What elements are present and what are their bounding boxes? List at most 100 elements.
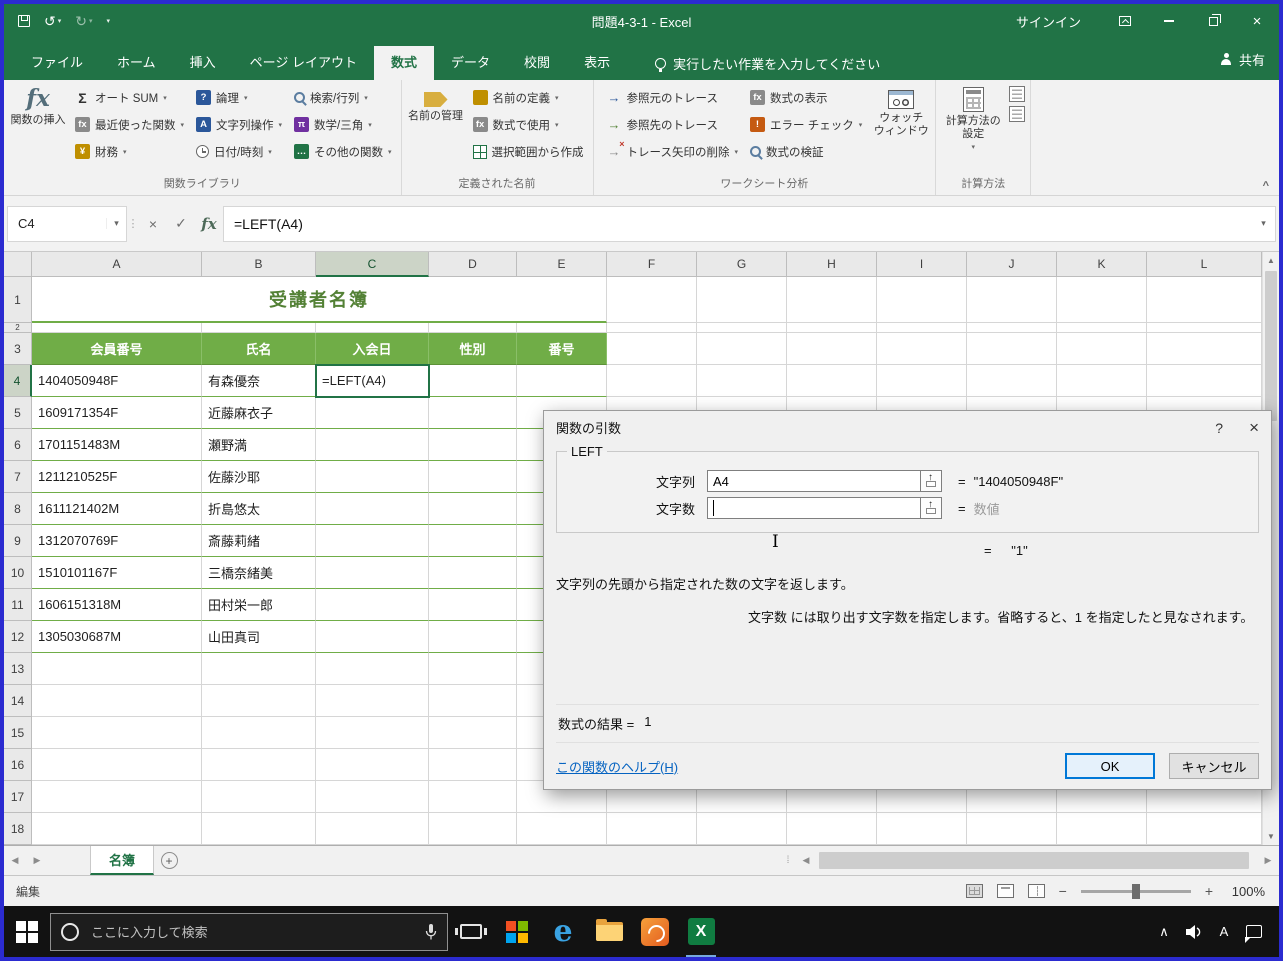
cell-B6[interactable]: 瀬野満 bbox=[202, 429, 316, 461]
zoom-level[interactable]: 100% bbox=[1227, 884, 1265, 899]
cell-A9[interactable]: 1312070769F bbox=[32, 525, 202, 557]
cell-A7[interactable]: 1211210525F bbox=[32, 461, 202, 493]
undo-button[interactable]: ↺▾ bbox=[44, 13, 61, 30]
share-button[interactable]: 共有 bbox=[1220, 38, 1265, 80]
cancel-entry-button[interactable]: × bbox=[139, 206, 167, 242]
lookup-button[interactable]: 検索/行列▾ bbox=[290, 84, 396, 111]
name-manager-button[interactable]: 名前の管理 bbox=[407, 84, 465, 123]
cell-C17[interactable] bbox=[316, 781, 429, 813]
enter-entry-button[interactable]: ✓ bbox=[167, 206, 195, 242]
insert-function-fx-button[interactable]: fx bbox=[195, 206, 223, 242]
text-functions-button[interactable]: A文字列操作▾ bbox=[192, 111, 286, 138]
cell-D16[interactable] bbox=[429, 749, 517, 781]
cell-G2[interactable] bbox=[697, 323, 787, 333]
cell-B10[interactable]: 三橋奈緒美 bbox=[202, 557, 316, 589]
cell-J2[interactable] bbox=[967, 323, 1057, 333]
hscroll-left-icon[interactable]: ◀ bbox=[795, 846, 817, 875]
cell-G3[interactable] bbox=[697, 333, 787, 365]
cell-D13[interactable] bbox=[429, 653, 517, 685]
logical-button[interactable]: ?論理▾ bbox=[192, 84, 286, 111]
cell-F4[interactable] bbox=[607, 365, 697, 397]
cell-C6[interactable] bbox=[316, 429, 429, 461]
cancel-button[interactable]: キャンセル bbox=[1169, 753, 1259, 779]
cell-F3[interactable] bbox=[607, 333, 697, 365]
cell-K18[interactable] bbox=[1057, 813, 1147, 845]
cell-B8[interactable]: 折島悠太 bbox=[202, 493, 316, 525]
dialog-title-bar[interactable]: 関数の引数 ? × bbox=[544, 411, 1271, 444]
cell-B12[interactable]: 山田真司 bbox=[202, 621, 316, 653]
column-header-K[interactable]: K bbox=[1057, 252, 1147, 277]
cell-I1[interactable] bbox=[877, 277, 967, 323]
tab-file[interactable]: ファイル bbox=[14, 46, 100, 80]
cell-C18[interactable] bbox=[316, 813, 429, 845]
cell-E4[interactable] bbox=[517, 365, 607, 397]
cell-K1[interactable] bbox=[1057, 277, 1147, 323]
sheet-tab-meibo[interactable]: 名簿 bbox=[90, 846, 154, 875]
cell-C13[interactable] bbox=[316, 653, 429, 685]
cell-B9[interactable]: 斎藤莉緒 bbox=[202, 525, 316, 557]
datetime-button[interactable]: 日付/時刻▾ bbox=[192, 138, 286, 165]
select-all-corner[interactable] bbox=[4, 252, 32, 277]
cell-C12[interactable] bbox=[316, 621, 429, 653]
excel-taskbar-button[interactable]: X bbox=[678, 906, 724, 957]
cell-I18[interactable] bbox=[877, 813, 967, 845]
microphone-icon[interactable] bbox=[425, 923, 437, 941]
calculate-now-button[interactable] bbox=[1009, 86, 1025, 102]
cell-L1[interactable] bbox=[1147, 277, 1262, 323]
formula-bar-splitter[interactable]: ⋮ bbox=[127, 217, 139, 230]
math-trig-button[interactable]: π数学/三角▾ bbox=[290, 111, 396, 138]
cell-B14[interactable] bbox=[202, 685, 316, 717]
cell-H3[interactable] bbox=[787, 333, 877, 365]
cell-C5[interactable] bbox=[316, 397, 429, 429]
formula-input[interactable]: =LEFT(A4) bbox=[223, 206, 1252, 242]
row-header-5[interactable]: 5 bbox=[4, 397, 32, 429]
page-break-view-button[interactable] bbox=[1028, 884, 1045, 898]
cell-K3[interactable] bbox=[1057, 333, 1147, 365]
cell-L2[interactable] bbox=[1147, 323, 1262, 333]
column-header-H[interactable]: H bbox=[787, 252, 877, 277]
cell-E3[interactable]: 番号 bbox=[517, 333, 607, 365]
tab-review[interactable]: 校閲 bbox=[507, 46, 567, 80]
horizontal-scrollbar-thumb[interactable] bbox=[819, 852, 1249, 869]
cell-C3[interactable]: 入会日 bbox=[316, 333, 429, 365]
add-sheet-button[interactable]: + bbox=[154, 846, 184, 875]
cell-B2[interactable] bbox=[202, 323, 316, 333]
close-button[interactable]: × bbox=[1235, 4, 1279, 38]
arg2-input[interactable] bbox=[707, 497, 921, 519]
sheet-next-button[interactable]: ▶ bbox=[26, 846, 48, 875]
arg1-input[interactable] bbox=[707, 470, 921, 492]
cell-B15[interactable] bbox=[202, 717, 316, 749]
cell-D10[interactable] bbox=[429, 557, 517, 589]
arg1-collapse-button[interactable] bbox=[921, 470, 942, 492]
capture-app-button[interactable] bbox=[632, 906, 678, 957]
cell-B5[interactable]: 近藤麻衣子 bbox=[202, 397, 316, 429]
cell-A8[interactable]: 1611121402M bbox=[32, 493, 202, 525]
cell-C7[interactable] bbox=[316, 461, 429, 493]
tab-home[interactable]: ホーム bbox=[100, 46, 173, 80]
cell-C11[interactable] bbox=[316, 589, 429, 621]
sheet-prev-button[interactable]: ◀ bbox=[4, 846, 26, 875]
undo-dropdown-icon[interactable]: ▾ bbox=[58, 17, 62, 25]
tab-split-handle[interactable]: ⁞ bbox=[781, 846, 795, 875]
row-header-2[interactable]: 2 bbox=[4, 323, 32, 333]
scroll-down-icon[interactable]: ▼ bbox=[1263, 828, 1279, 845]
column-header-G[interactable]: G bbox=[697, 252, 787, 277]
row-header-13[interactable]: 13 bbox=[4, 653, 32, 685]
tab-view[interactable]: 表示 bbox=[567, 46, 627, 80]
ribbon-display-options-button[interactable] bbox=[1103, 4, 1147, 38]
cell-F2[interactable] bbox=[607, 323, 697, 333]
row-header-3[interactable]: 3 bbox=[4, 333, 32, 365]
trace-dependents-button[interactable]: →参照先のトレース bbox=[603, 111, 742, 138]
cell-B11[interactable]: 田村栄一郎 bbox=[202, 589, 316, 621]
hscroll-right-icon[interactable]: ▶ bbox=[1257, 846, 1279, 875]
zoom-in-button[interactable]: + bbox=[1205, 883, 1213, 899]
cell-B4[interactable]: 有森優奈 bbox=[202, 365, 316, 397]
row-header-17[interactable]: 17 bbox=[4, 781, 32, 813]
redo-button[interactable]: ↻▾ bbox=[75, 13, 92, 30]
show-hidden-icons-button[interactable]: ∧ bbox=[1149, 906, 1179, 957]
cell-A5[interactable]: 1609171354F bbox=[32, 397, 202, 429]
normal-view-button[interactable] bbox=[966, 884, 983, 898]
minimize-button[interactable] bbox=[1147, 4, 1191, 38]
cell-D5[interactable] bbox=[429, 397, 517, 429]
tab-insert[interactable]: 挿入 bbox=[173, 46, 233, 80]
